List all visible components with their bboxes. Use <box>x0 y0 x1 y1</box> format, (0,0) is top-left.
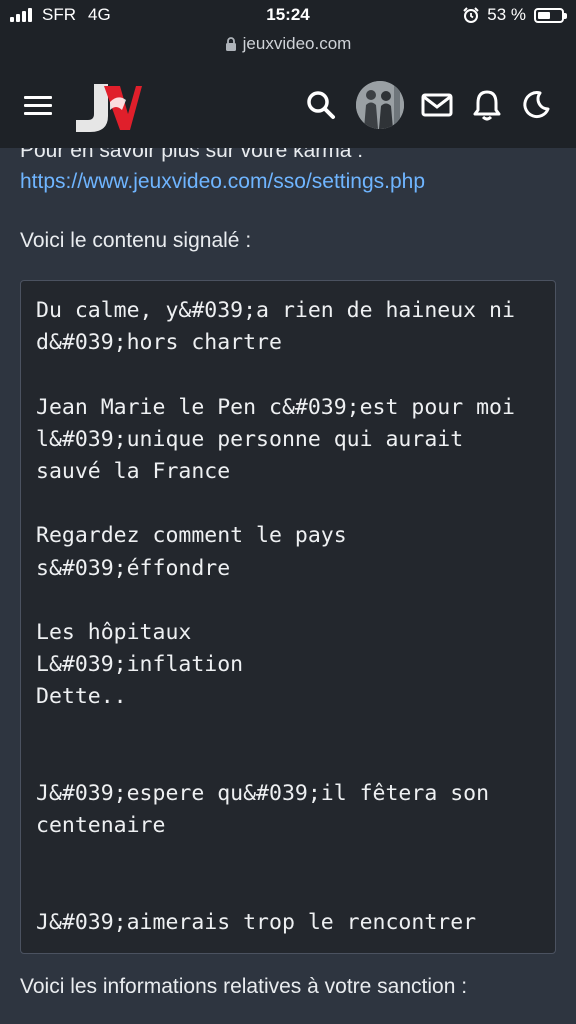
mail-icon[interactable] <box>418 86 456 124</box>
battery-icon <box>534 7 567 23</box>
message-content: Pour en savoir plus sur votre karma : ht… <box>0 148 576 1024</box>
reported-content-text: Du calme, y&#039;a rien de haineux ni d&… <box>36 298 515 935</box>
status-right: 53 % <box>463 5 567 25</box>
moon-icon[interactable] <box>517 86 555 124</box>
alarm-icon <box>463 7 479 23</box>
jv-logo[interactable] <box>72 80 142 134</box>
battery-percent: 53 % <box>487 5 526 24</box>
site-header <box>0 58 576 148</box>
address-bar[interactable]: jeuxvideo.com <box>0 30 576 58</box>
karma-info-text: Pour en savoir plus sur votre karma : <box>20 148 364 162</box>
hamburger-menu-icon[interactable] <box>24 96 52 116</box>
reported-content-box: Du calme, y&#039;a rien de haineux ni d&… <box>20 280 556 954</box>
search-icon[interactable] <box>302 86 340 124</box>
status-bar: SFR 4G 15:24 53 % <box>0 0 576 30</box>
url-text: jeuxvideo.com <box>242 34 352 53</box>
user-avatar[interactable] <box>356 81 404 129</box>
reported-content-intro: Voici le contenu signalé : <box>20 229 252 252</box>
karma-settings-link[interactable]: https://www.jeuxvideo.com/sso/settings.p… <box>20 170 425 194</box>
bell-icon[interactable] <box>468 86 506 124</box>
sanction-info-intro: Voici les informations relatives à votre… <box>20 975 468 998</box>
lock-icon <box>225 36 236 51</box>
